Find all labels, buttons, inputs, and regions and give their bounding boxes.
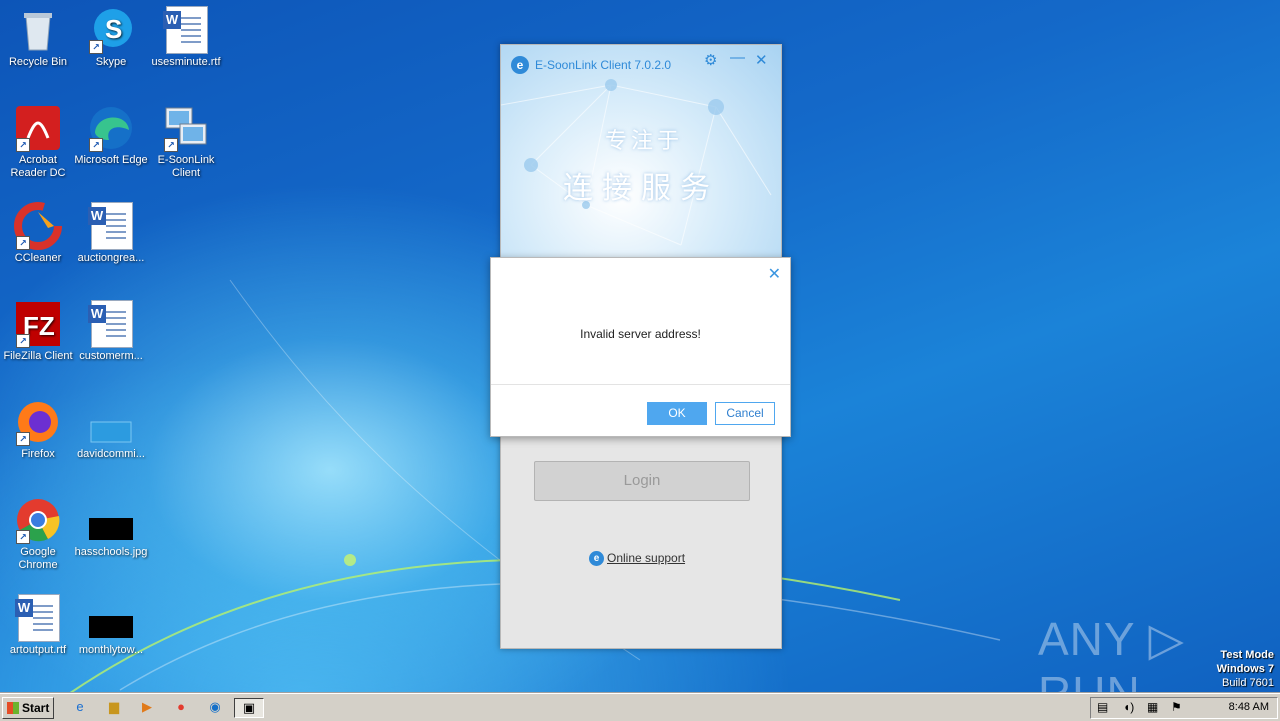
desktop-icon-label: customerm... [79,350,143,362]
test-mode-line2: Windows 7 [1216,663,1274,675]
error-dialog: ✕ Invalid server address! OK Cancel [490,257,791,437]
desktop-icon-artoutput[interactable]: W artoutput.rtf [0,594,76,657]
dialog-message: Invalid server address! [580,327,701,341]
windows-logo-icon [7,702,19,714]
taskbar: Start e ▆ ▶ ● ◉ ▣ ▤ ◖) ▦ ⚑ 8:48 AM [0,693,1280,721]
client-window-title: E-SoonLink Client 7.0.2.0 [535,58,672,72]
desktop-icon-label: Microsoft Edge [74,154,148,166]
desktop-icon-label: Acrobat Reader DC [10,154,66,179]
start-button[interactable]: Start [2,697,54,719]
desktop-icon-label: hasschools.jpg [74,546,148,558]
test-mode-line3: Build 7601 [1222,677,1274,689]
network-tray-icon[interactable]: ▤ [1097,700,1108,714]
desktop-icon-acrobat[interactable]: ↗ Acrobat Reader DC [0,104,76,180]
chrome-taskbar-icon[interactable]: ● [171,698,191,716]
desktop-icon-label: E-SoonLink Client [157,154,215,179]
image-file-icon [87,594,135,642]
clock[interactable]: 8:48 AM [1229,701,1269,713]
word-doc-icon: W [14,594,62,642]
client-banner: e E-SoonLink Client 7.0.2.0 ⚙ — ✕ 专注于 连接… [501,45,781,257]
support-icon: e [589,551,604,567]
skype-icon: S ↗ [87,6,135,54]
test-mode-line1: Test Mode [1220,649,1274,661]
desktop-icon-label: davidcommi... [77,448,145,460]
ie-icon[interactable]: e [70,698,90,716]
volume-icon[interactable]: ◖) [1123,700,1134,714]
desktop-icon-label: CCleaner [14,252,62,264]
word-doc-icon: W [87,300,135,348]
word-doc-icon: W [162,6,210,54]
desktop-icon-esoonlink[interactable]: ↗ E-SoonLink Client [148,104,224,180]
dialog-close-icon[interactable]: ✕ [768,264,781,284]
desktop-icon-skype[interactable]: S ↗ Skype [73,6,149,69]
desktop-icon-label: artoutput.rtf [9,644,67,656]
system-tray: ▤ ◖) ▦ ⚑ 8:48 AM [1090,697,1278,719]
edge-icon: ↗ [87,104,135,152]
esoonlink-logo-icon: e [511,56,529,74]
desktop-icon-label: FileZilla Client [3,350,73,362]
action-center-flag-icon[interactable]: ⚑ [1171,700,1182,714]
media-player-icon[interactable]: ▶ [137,698,157,716]
minimize-button[interactable]: — [730,49,745,66]
start-label: Start [22,701,50,715]
online-support-link[interactable]: e Online support [589,551,686,567]
login-button[interactable]: Login [534,461,750,501]
desktop-icon-recycle-bin[interactable]: Recycle Bin [0,6,76,69]
dialog-divider [491,384,790,385]
desktop-icon-firefox[interactable]: ↗ Firefox [0,398,76,461]
ok-button[interactable]: OK [647,402,707,425]
slogan-line-1: 专注于 [605,129,684,154]
desktop-icon-monthlytow[interactable]: monthlytow... [73,594,149,657]
desktop-icon-ccleaner[interactable]: ↗ CCleaner [0,202,76,265]
desktop-icon-label: Skype [95,56,127,68]
desktop-icon-label: Recycle Bin [8,56,68,68]
edge-taskbar-icon[interactable]: ◉ [205,698,225,716]
chrome-icon: ↗ [14,496,62,544]
recycle-bin-icon [14,6,62,54]
filezilla-icon: FZ ↗ [14,300,62,348]
desktop-icon-filezilla[interactable]: FZ ↗ FileZilla Client [0,300,76,363]
desktop-icon-auctiongrea[interactable]: W auctiongrea... [73,202,149,265]
explorer-folder-icon[interactable]: ▆ [104,698,124,716]
desktop-icon-label: auctiongrea... [77,252,145,264]
image-file-icon [87,496,135,544]
close-icon[interactable]: ✕ [755,51,768,69]
svg-text:S: S [105,14,122,44]
desktop-icon-label: usesminute.rtf [151,56,221,68]
desktop-icon-label: monthlytow... [78,644,144,656]
display-tray-icon[interactable]: ▦ [1147,700,1158,714]
test-mode-notice: Test Mode Windows 7 Build 7601 [1217,648,1274,690]
slogan-line-2: 连接服务 [563,171,719,206]
acrobat-icon: ↗ [14,104,62,152]
blank-file-icon [87,398,135,446]
firefox-icon: ↗ [14,398,62,446]
desktop-icon-edge[interactable]: ↗ Microsoft Edge [73,104,149,167]
desktop-icon-hasschools[interactable]: hasschools.jpg [73,496,149,559]
ccleaner-icon: ↗ [14,202,62,250]
desktop-icon-davidcommi[interactable]: davidcommi... [73,398,149,461]
settings-gear-icon[interactable]: ⚙ [704,51,717,69]
esoonlink-taskbar-icon[interactable]: ▣ [234,698,264,718]
word-doc-icon: W [87,202,135,250]
desktop-icon-label: Google Chrome [18,546,58,571]
esoonlink-icon: ↗ [162,104,210,152]
cancel-button[interactable]: Cancel [715,402,775,425]
online-support-label: Online support [607,551,686,565]
desktop-icon-chrome[interactable]: ↗ Google Chrome [0,496,76,572]
desktop-icon-label: Firefox [21,448,55,460]
desktop-icon-usesminute[interactable]: W usesminute.rtf [148,6,224,69]
desktop-icon-customerm[interactable]: W customerm... [73,300,149,363]
